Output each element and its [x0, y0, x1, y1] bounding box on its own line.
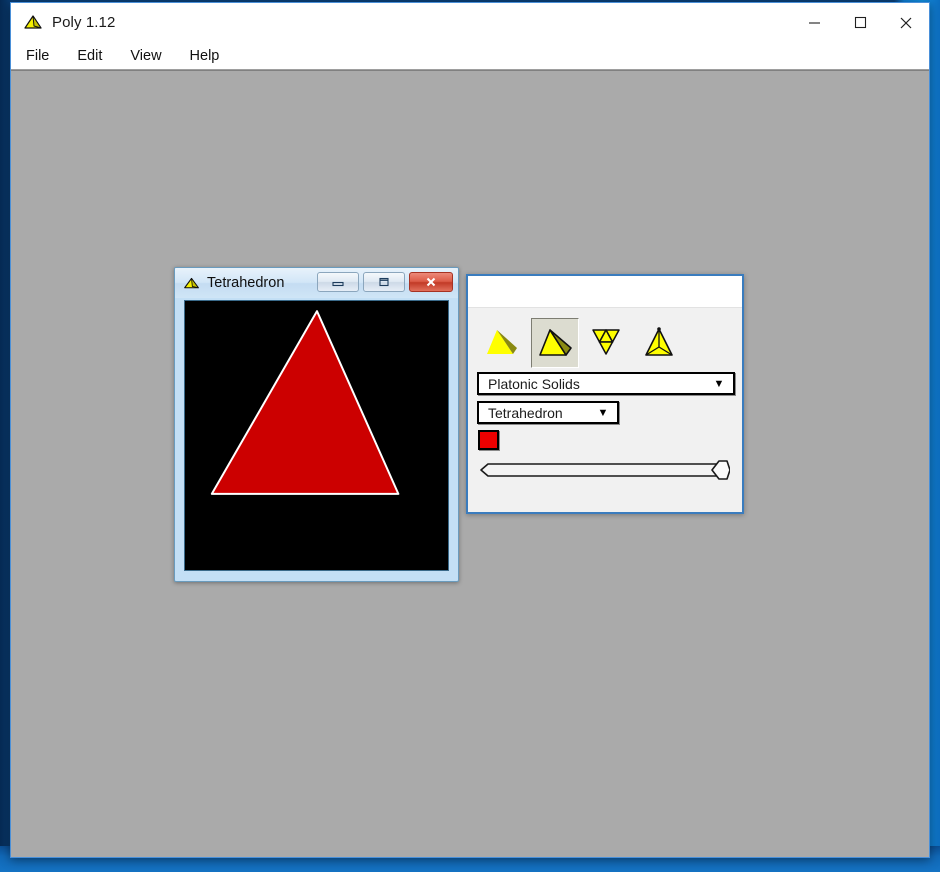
- tetrahedron-child-window[interactable]: Tetrahedron: [174, 267, 459, 582]
- solid-tetrahedron-icon: [487, 330, 517, 354]
- child-maximize-button[interactable]: [363, 272, 405, 292]
- solid-edges-view-button[interactable]: [531, 318, 579, 368]
- solid-edges-tetrahedron-icon: [539, 329, 572, 356]
- child-titlebar[interactable]: Tetrahedron: [175, 268, 458, 298]
- tetrahedron-render: [185, 301, 448, 570]
- minimize-button[interactable]: [791, 3, 837, 42]
- tetrahedron-net-icon: [592, 329, 620, 355]
- menubar: File Edit View Help: [11, 42, 929, 70]
- chevron-down-icon: ▼: [713, 377, 725, 390]
- close-icon: [426, 277, 436, 287]
- chevron-down-icon: ▼: [597, 406, 609, 419]
- maximize-icon: [854, 16, 866, 29]
- control-panel-window[interactable]: Platonic Solids ▼ Tetrahedron ▼: [466, 274, 744, 514]
- control-panel-titlebar[interactable]: [468, 276, 742, 308]
- close-icon: [900, 17, 912, 28]
- color-swatch-row: [477, 430, 733, 450]
- menu-item-file[interactable]: File: [25, 46, 50, 66]
- child-window-controls: [317, 272, 453, 292]
- wireframe-view-button[interactable]: [635, 318, 683, 368]
- minimize-icon: [332, 281, 344, 287]
- solid-select[interactable]: Tetrahedron ▼: [477, 401, 619, 424]
- solid-view-button[interactable]: [479, 318, 527, 368]
- main-window: Poly 1.12 File Edit View Help Tetrahedro…: [10, 2, 930, 858]
- category-select-value: Platonic Solids: [488, 375, 580, 392]
- screenshot-root: Poly 1.12 File Edit View Help Tetrahedro…: [0, 0, 940, 872]
- maximize-button[interactable]: [837, 3, 883, 42]
- menu-item-help[interactable]: Help: [189, 46, 221, 66]
- tetrahedron-icon: [184, 277, 199, 288]
- net-view-button[interactable]: [583, 318, 631, 368]
- mdi-client-area[interactable]: Tetrahedron Platonic Solids ▼ Tetrahedro…: [11, 70, 929, 857]
- close-button[interactable]: [883, 3, 929, 42]
- minimize-icon: [808, 22, 820, 24]
- child-minimize-button[interactable]: [317, 272, 359, 292]
- menu-item-edit[interactable]: Edit: [76, 46, 103, 66]
- size-slider[interactable]: [478, 459, 730, 481]
- category-select[interactable]: Platonic Solids ▼: [477, 372, 735, 395]
- app-title: Poly 1.12: [52, 14, 116, 31]
- child-window-title: Tetrahedron: [207, 275, 285, 291]
- polyhedron-viewport[interactable]: [184, 300, 449, 571]
- child-close-button[interactable]: [409, 272, 453, 292]
- menu-item-view[interactable]: View: [129, 46, 162, 66]
- window-controls: [791, 3, 929, 42]
- tetrahedron-icon: [24, 14, 42, 29]
- restore-icon: [379, 277, 389, 287]
- wireframe-tetrahedron-icon: [645, 327, 673, 356]
- main-titlebar[interactable]: Poly 1.12: [11, 3, 929, 42]
- solid-select-value: Tetrahedron: [488, 404, 563, 421]
- view-mode-toolbar: [477, 314, 733, 372]
- face-color-swatch[interactable]: [478, 430, 499, 450]
- control-panel-body: Platonic Solids ▼ Tetrahedron ▼: [468, 308, 742, 512]
- slider-track-and-thumb: [480, 460, 730, 480]
- resize-grip[interactable]: [179, 571, 186, 578]
